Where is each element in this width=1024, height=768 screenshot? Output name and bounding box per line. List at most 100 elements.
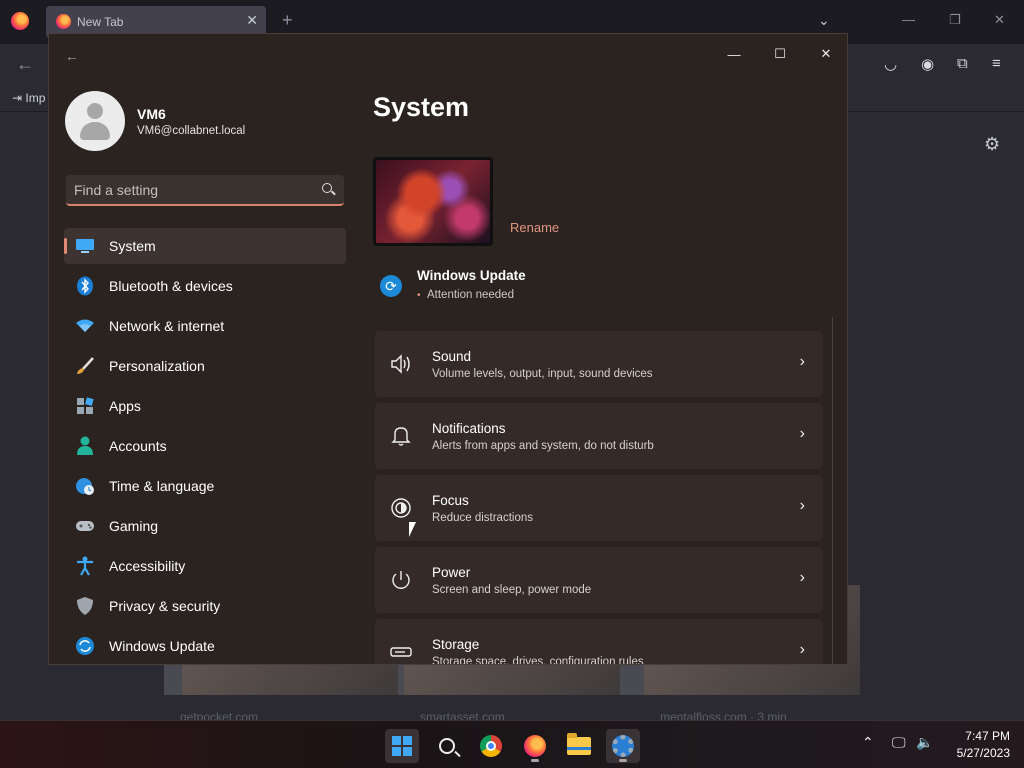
file-explorer-button[interactable] xyxy=(562,729,596,763)
update-icon xyxy=(74,635,96,657)
speaker-icon xyxy=(389,352,413,376)
focus-icon xyxy=(389,496,413,520)
card-subtitle: Storage space, drives, configuration rul… xyxy=(432,656,644,665)
nav-label: Bluetooth & devices xyxy=(109,278,233,294)
nav-label: Time & language xyxy=(109,478,215,494)
rename-link[interactable]: Rename xyxy=(510,220,559,235)
firefox-icon xyxy=(524,735,546,757)
apps-icon xyxy=(74,395,96,417)
list-tabs-icon[interactable]: ⌄ xyxy=(818,12,830,29)
nav-label: Personalization xyxy=(109,358,205,374)
monitor-icon xyxy=(74,235,96,257)
menu-icon[interactable]: ≡ xyxy=(992,55,1001,72)
nav-label: Windows Update xyxy=(109,638,215,654)
avatar-head xyxy=(87,103,103,119)
account-icon[interactable]: ◉ xyxy=(921,55,934,73)
bluetooth-icon xyxy=(74,275,96,297)
chrome-taskbar-button[interactable] xyxy=(474,729,508,763)
desktop-wallpaper-preview xyxy=(373,157,493,246)
bell-icon xyxy=(389,424,413,448)
firefox-menu-icon[interactable] xyxy=(11,12,29,30)
nav-label: Accounts xyxy=(109,438,167,454)
nav-label: Network & internet xyxy=(109,318,225,334)
search-button[interactable] xyxy=(430,729,464,763)
browser-back-icon[interactable]: ← xyxy=(16,54,34,75)
back-arrow-icon[interactable]: ← xyxy=(65,48,79,64)
settings-taskbar-button[interactable] xyxy=(606,729,640,763)
nav-item-time-language[interactable]: Time & language xyxy=(64,468,346,504)
show-hidden-icons-chevron-icon[interactable]: ⌃ xyxy=(862,734,874,751)
page-title: System xyxy=(373,92,470,122)
search-box[interactable] xyxy=(66,175,344,206)
gear-icon[interactable]: ⚙ xyxy=(984,134,1000,155)
avatar[interactable] xyxy=(65,91,125,151)
settings-window: ← — ☐ ✕ VM6 VM6@collabnet.local System B… xyxy=(48,33,848,665)
chevron-right-icon: › xyxy=(799,353,805,370)
browser-close-icon[interactable]: ✕ xyxy=(994,12,1005,28)
nav-item-system[interactable]: System xyxy=(64,228,346,264)
nav-item-accessibility[interactable]: Accessibility xyxy=(64,548,346,584)
windows-update-status: Attention needed xyxy=(427,289,514,301)
chevron-right-icon: › xyxy=(799,425,805,442)
search-icon[interactable] xyxy=(322,183,332,193)
firefox-icon xyxy=(56,14,71,29)
chrome-icon xyxy=(480,735,502,757)
nav-item-gaming[interactable]: Gaming xyxy=(64,508,346,544)
maximize-button[interactable]: ☐ xyxy=(763,42,797,66)
import-label: Imp xyxy=(25,91,46,105)
firefox-taskbar-button[interactable] xyxy=(518,729,552,763)
volume-icon[interactable]: 🔈 xyxy=(916,734,933,751)
import-bookmarks-link[interactable]: ⇥ Imp xyxy=(12,91,45,105)
nav-item-apps[interactable]: Apps xyxy=(64,388,346,424)
shield-icon xyxy=(74,595,96,617)
scrollbar[interactable] xyxy=(832,317,833,664)
nav-item-personalization[interactable]: Personalization xyxy=(64,348,346,384)
nav-label: System xyxy=(109,238,156,254)
card-focus[interactable]: Focus Reduce distractions › xyxy=(375,475,823,541)
card-subtitle: Screen and sleep, power mode xyxy=(432,584,592,596)
clock-date[interactable]: 5/27/2023 xyxy=(940,746,1010,760)
nav-item-privacy[interactable]: Privacy & security xyxy=(64,588,346,624)
nav-label: Privacy & security xyxy=(109,598,221,614)
pocket-icon[interactable]: ◡ xyxy=(884,55,897,73)
folder-icon xyxy=(567,733,591,755)
globe-clock-icon xyxy=(74,475,96,497)
browser-minimize-icon[interactable]: — xyxy=(902,12,915,27)
card-title: Storage xyxy=(432,637,480,652)
windows-update-title[interactable]: Windows Update xyxy=(417,268,526,283)
start-button[interactable] xyxy=(385,729,419,763)
network-icon[interactable]: 🖵 xyxy=(892,734,906,751)
card-subtitle: Alerts from apps and system, do not dist… xyxy=(432,440,654,452)
nav-item-network[interactable]: Network & internet xyxy=(64,308,346,344)
nav-item-bluetooth[interactable]: Bluetooth & devices xyxy=(64,268,346,304)
nav-item-windows-update[interactable]: Windows Update xyxy=(64,628,346,664)
close-button[interactable]: ✕ xyxy=(809,42,843,66)
update-icon: ⟳ xyxy=(380,275,402,297)
browser-restore-icon[interactable]: ❐ xyxy=(949,12,961,28)
tab-title: New Tab xyxy=(77,15,124,29)
clock-time[interactable]: 7:47 PM xyxy=(940,729,1010,743)
nav-item-accounts[interactable]: Accounts xyxy=(64,428,346,464)
card-notifications[interactable]: Notifications Alerts from apps and syste… xyxy=(375,403,823,469)
card-power[interactable]: Power Screen and sleep, power mode › xyxy=(375,547,823,613)
nav-label: Accessibility xyxy=(109,558,186,574)
person-icon xyxy=(74,435,96,457)
search-input[interactable] xyxy=(74,179,314,201)
card-title: Sound xyxy=(432,349,472,364)
close-tab-icon[interactable]: ✕ xyxy=(246,12,258,29)
new-tab-button[interactable]: + xyxy=(282,10,293,31)
warning-dot-icon: • xyxy=(417,290,421,301)
running-indicator xyxy=(619,759,627,762)
brush-icon xyxy=(74,355,96,377)
nav-label: Apps xyxy=(109,398,141,414)
wifi-icon xyxy=(74,315,96,337)
nav-label: Gaming xyxy=(109,518,159,534)
accessibility-icon xyxy=(74,555,96,577)
card-storage[interactable]: Storage Storage space, drives, configura… xyxy=(375,619,823,665)
search-icon xyxy=(439,738,455,754)
user-email: VM6@collabnet.local xyxy=(137,125,246,137)
power-icon xyxy=(389,568,413,592)
card-sound[interactable]: Sound Volume levels, output, input, soun… xyxy=(375,331,823,397)
minimize-button[interactable]: — xyxy=(717,42,751,66)
extensions-icon[interactable]: ⧉ xyxy=(957,55,968,72)
